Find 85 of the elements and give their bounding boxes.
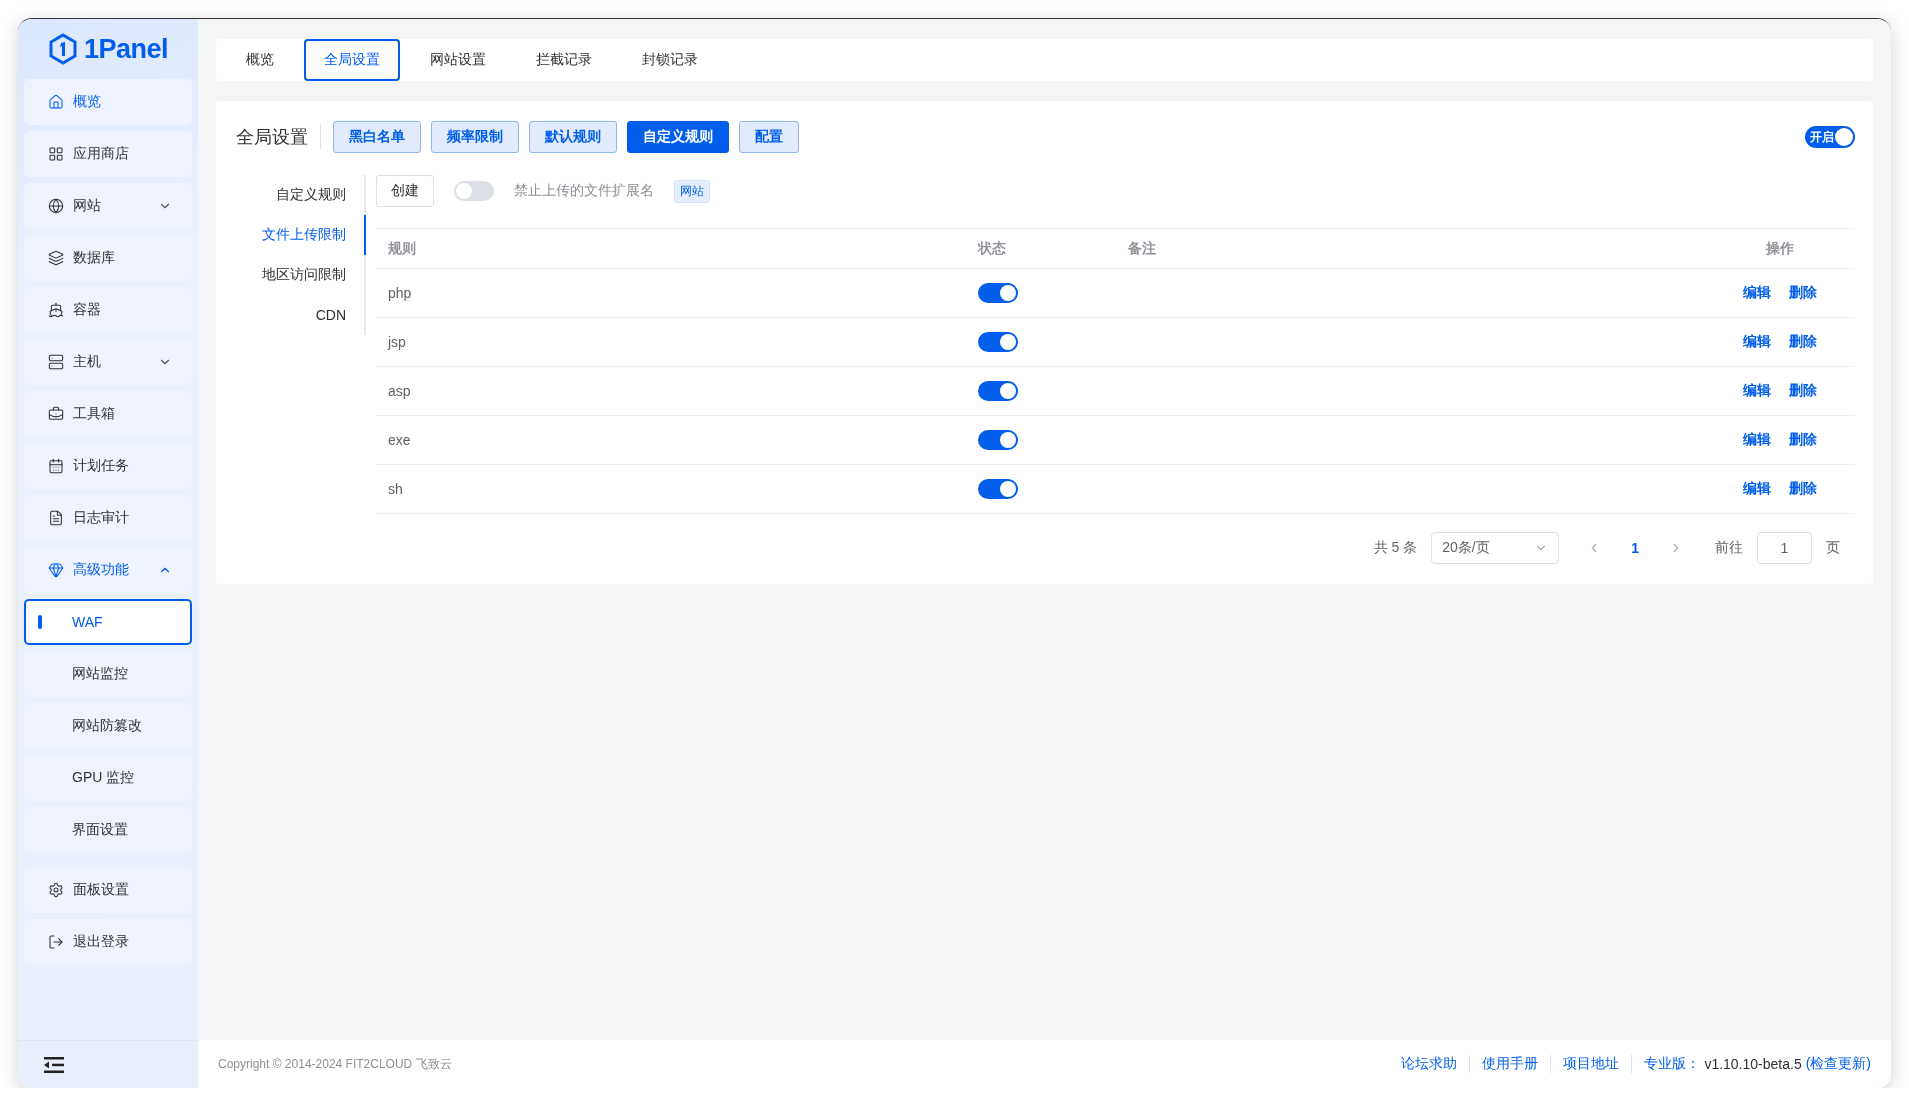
sidebar-item[interactable]: 计划任务: [24, 443, 192, 489]
settings-icon: [48, 882, 64, 898]
subnav-item[interactable]: CDN: [236, 295, 366, 335]
edition-label: 专业版：: [1644, 1055, 1701, 1073]
page-size-select[interactable]: 20条/页: [1431, 532, 1560, 564]
logout-icon: [48, 934, 64, 950]
sidebar-item[interactable]: 概览: [24, 79, 192, 125]
column-header: 备注: [1127, 239, 1157, 258]
total-count: 共 5 条: [1373, 539, 1418, 557]
sidebar-subitem[interactable]: WAF: [24, 599, 192, 645]
status-switch[interactable]: [978, 332, 1018, 352]
panel-title: 全局设置: [236, 125, 321, 149]
action-link[interactable]: 编辑: [1743, 284, 1771, 302]
column-header: 状态: [976, 239, 1007, 258]
footer-link[interactable]: 论坛求助: [1389, 1055, 1471, 1073]
status-switch[interactable]: [978, 479, 1018, 499]
footer-link[interactable]: 项目地址: [1551, 1055, 1633, 1073]
layers-icon: [48, 250, 64, 266]
goto-page-field[interactable]: 1: [1757, 532, 1812, 564]
sidebar-item[interactable]: 退出登录: [24, 919, 192, 965]
action-link[interactable]: 删除: [1789, 333, 1817, 351]
calendar-icon: [48, 458, 64, 474]
scope-tag: 网站: [674, 179, 710, 203]
server-icon: [48, 354, 64, 370]
ship-icon: [48, 302, 64, 318]
section-button[interactable]: 频率限制: [431, 121, 519, 153]
action-link[interactable]: 编辑: [1743, 480, 1771, 498]
action-link[interactable]: 删除: [1789, 382, 1817, 400]
create-button[interactable]: 创建: [376, 175, 434, 207]
sidebar-item[interactable]: 日志审计: [24, 495, 192, 541]
section-button[interactable]: 默认规则: [529, 121, 617, 153]
diamond-icon: [48, 562, 64, 578]
toggle-label: 禁止上传的文件扩展名: [514, 182, 654, 200]
toggle-switch[interactable]: [454, 181, 494, 201]
version-text: v1.10.10-beta.5: [1704, 1056, 1802, 1072]
subnav-item[interactable]: 地区访问限制: [236, 255, 366, 295]
action-link[interactable]: 删除: [1789, 284, 1817, 302]
action-link[interactable]: 删除: [1789, 480, 1817, 498]
page-suffix: 页: [1826, 539, 1840, 557]
section-button[interactable]: 自定义规则: [627, 121, 729, 153]
rule-cell-text: sh: [387, 481, 404, 497]
sidebar-item[interactable]: 主机: [24, 339, 192, 385]
status-switch[interactable]: [978, 283, 1018, 303]
action-link[interactable]: 编辑: [1743, 431, 1771, 449]
sidebar-item[interactable]: 容器: [24, 287, 192, 333]
column-header: 操作: [1765, 239, 1795, 258]
status-switch[interactable]: [978, 430, 1018, 450]
rule-cell-text: jsp: [386, 334, 407, 350]
rule-cell-text: asp: [387, 383, 412, 399]
sidebar-item[interactable]: 数据库: [24, 235, 192, 281]
status-switch[interactable]: [978, 381, 1018, 401]
action-link[interactable]: 删除: [1789, 431, 1817, 449]
home-icon: [48, 94, 64, 110]
sidebar-item[interactable]: 应用商店: [24, 131, 192, 177]
logo-text: 1Panel: [83, 33, 169, 65]
toolbox-icon: [48, 406, 64, 422]
list-icon: [48, 510, 64, 526]
sidebar-item[interactable]: 面板设置: [24, 867, 192, 913]
rule-cell-text: exe: [387, 432, 412, 448]
sidebar-subitem[interactable]: 网站防篡改: [24, 703, 192, 749]
action-link[interactable]: 编辑: [1743, 382, 1771, 400]
section-button[interactable]: 配置: [739, 121, 799, 153]
sidebar-subitem[interactable]: GPU 监控: [24, 755, 192, 801]
sidebar-subitem[interactable]: 网站监控: [24, 651, 192, 697]
subnav-item[interactable]: 文件上传限制: [236, 215, 366, 255]
globe-icon: [48, 198, 64, 214]
copyright-text: Copyright © 2014-2024 FIT2CLOUD 飞致云: [218, 1055, 452, 1073]
sidebar-item[interactable]: 工具箱: [24, 391, 192, 437]
hexagon-logo-icon: [47, 33, 78, 65]
goto-label: 前往: [1715, 539, 1743, 557]
action-link[interactable]: 编辑: [1743, 333, 1771, 351]
menu-collapse-icon[interactable]: [44, 1056, 64, 1073]
subnav-item[interactable]: 自定义规则: [236, 175, 366, 215]
tab[interactable]: 全局设置: [304, 39, 400, 81]
sidebar-item[interactable]: 高级功能: [24, 547, 192, 593]
section-button[interactable]: 黑白名单: [333, 121, 421, 153]
sidebar-item[interactable]: 网站: [24, 183, 192, 229]
enable-switch[interactable]: 开启: [1805, 126, 1855, 148]
grid-icon: [48, 146, 64, 162]
check-update-link[interactable]: (检查更新): [1805, 1055, 1871, 1073]
rule-cell-text: php: [387, 285, 413, 301]
sidebar-subitem[interactable]: 界面设置: [24, 807, 192, 853]
page-number[interactable]: 1: [1615, 540, 1655, 556]
column-header: 规则: [387, 239, 417, 258]
footer-link[interactable]: 使用手册: [1470, 1055, 1552, 1073]
